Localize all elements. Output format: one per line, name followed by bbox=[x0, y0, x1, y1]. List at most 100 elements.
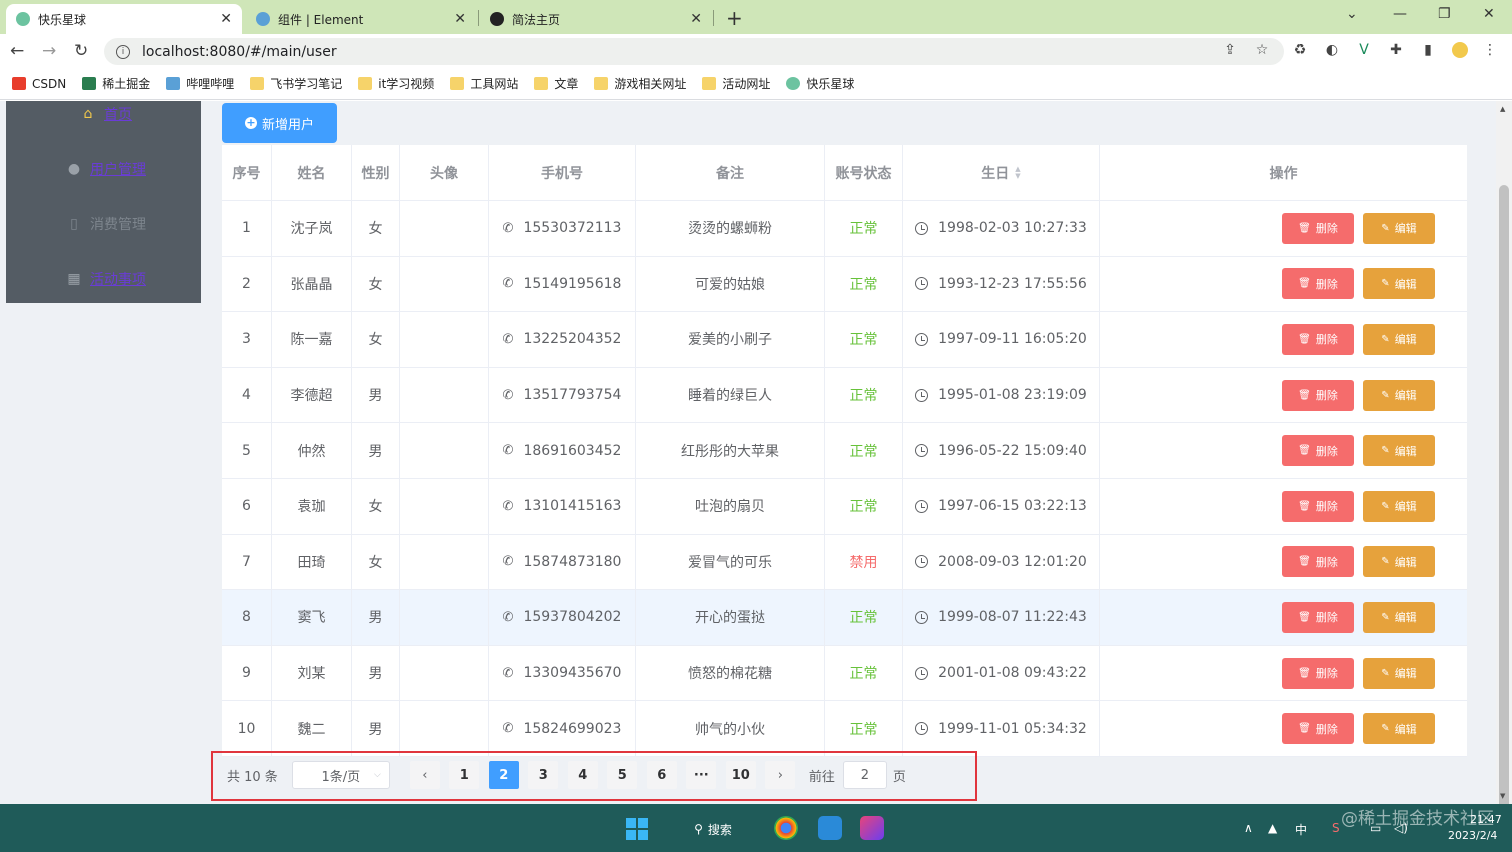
star-icon[interactable]: ☆ bbox=[1254, 42, 1270, 58]
taskbar-search[interactable]: ⚲ 搜索 bbox=[678, 816, 748, 842]
ime-indicator[interactable]: 中 bbox=[1295, 821, 1307, 838]
clock-date[interactable]: 2023/2/4 bbox=[1448, 829, 1497, 842]
windows-start-icon[interactable] bbox=[626, 818, 648, 840]
edit-button[interactable]: ✎ 编辑 bbox=[1363, 212, 1435, 244]
edit-button[interactable]: ✎ 编辑 bbox=[1363, 435, 1435, 467]
sort-caret-icon[interactable]: ▲ ▼ bbox=[1015, 165, 1020, 180]
edit-button[interactable]: ✎ 编辑 bbox=[1363, 713, 1435, 745]
sidebar-item-home[interactable]: ⌂ 首页 bbox=[80, 104, 132, 124]
bookmark-bilibili[interactable]: 哔哩哔哩 bbox=[166, 75, 234, 92]
chevron-up-icon[interactable]: ∧ bbox=[1244, 821, 1253, 835]
plus-circle-icon: + bbox=[244, 116, 257, 129]
sidebar-item-users[interactable]: ● 用户管理 bbox=[66, 159, 146, 179]
delete-label: 删除 bbox=[1315, 389, 1338, 403]
scrollbar-thumb[interactable] bbox=[1499, 185, 1509, 835]
avatar[interactable] bbox=[1452, 42, 1468, 58]
intellij-icon[interactable] bbox=[860, 816, 884, 840]
new-tab-icon[interactable]: + bbox=[726, 6, 743, 30]
delete-button[interactable]: 🗑 删除 bbox=[1282, 435, 1354, 467]
edit-button[interactable]: ✎ 编辑 bbox=[1363, 379, 1435, 411]
cell-index: 8 bbox=[222, 590, 272, 645]
goto-page-input[interactable]: 2 bbox=[842, 761, 887, 789]
vue-extension-icon[interactable]: V bbox=[1356, 42, 1372, 58]
tab-jianfa[interactable]: 简法主页 ✕ bbox=[480, 4, 712, 34]
add-user-button[interactable]: + 新增用户 bbox=[222, 103, 337, 143]
forward-icon[interactable]: → bbox=[42, 41, 56, 61]
share-icon[interactable]: ⇪ bbox=[1222, 42, 1238, 58]
delete-button[interactable]: 🗑 删除 bbox=[1282, 490, 1354, 522]
page-more[interactable]: ··· bbox=[686, 761, 717, 789]
scroll-down-icon[interactable]: ▼ bbox=[1500, 792, 1505, 800]
tab-kuaile[interactable]: 快乐星球 ✕ bbox=[6, 4, 242, 34]
close-icon[interactable]: ✕ bbox=[454, 11, 466, 27]
maximize-icon[interactable]: ❐ bbox=[1438, 6, 1451, 22]
reload-icon[interactable]: ↻ bbox=[74, 41, 88, 61]
chrome-icon[interactable] bbox=[774, 816, 798, 840]
bookmarks-bar: CSDN 稀土掘金 哔哩哔哩 飞书学习笔记 it学习视频 工具网站 文章 游戏相… bbox=[0, 68, 1512, 100]
page-3[interactable]: 3 bbox=[528, 761, 559, 789]
delete-button[interactable]: 🗑 删除 bbox=[1282, 379, 1354, 411]
close-window-icon[interactable]: ✕ bbox=[1483, 6, 1495, 22]
page-size-select[interactable]: 1条/页 ⌵ bbox=[291, 761, 390, 789]
bookmark-articles[interactable]: 文章 bbox=[534, 75, 578, 92]
bookmark-csdn[interactable]: CSDN bbox=[12, 77, 66, 91]
edit-button[interactable]: ✎ 编辑 bbox=[1363, 657, 1435, 689]
page-1[interactable]: 1 bbox=[449, 761, 480, 789]
close-icon[interactable]: ✕ bbox=[220, 11, 232, 27]
page-6[interactable]: 6 bbox=[646, 761, 677, 789]
sogou-icon[interactable]: S bbox=[1332, 821, 1340, 835]
prev-page-button[interactable]: ‹ bbox=[409, 761, 440, 789]
cell-actions: 🗑 删除 ✎ 编辑 bbox=[1100, 312, 1467, 367]
scrollbar[interactable]: ▲ ▼ bbox=[1496, 101, 1512, 835]
delete-button[interactable]: 🗑 删除 bbox=[1282, 601, 1354, 633]
header-birthday[interactable]: 生日 ▲ ▼ bbox=[903, 145, 1100, 200]
edit-button[interactable]: ✎ 编辑 bbox=[1363, 546, 1435, 578]
delete-button[interactable]: 🗑 删除 bbox=[1282, 546, 1354, 578]
sidebar-item-events[interactable]: ▦ 活动事项 bbox=[66, 269, 146, 289]
tab-element[interactable]: 组件 | Element ✕ bbox=[246, 4, 476, 34]
address-bar[interactable]: i localhost:8080/#/main/user bbox=[104, 38, 1284, 65]
minimize-icon[interactable]: — bbox=[1393, 6, 1407, 22]
recycle-extension-icon[interactable]: ♻ bbox=[1292, 42, 1308, 58]
bookmark-events[interactable]: 活动网址 bbox=[702, 75, 770, 92]
bookmark-it[interactable]: it学习视频 bbox=[358, 75, 434, 92]
extension-icon[interactable]: ◐ bbox=[1324, 42, 1340, 58]
page-5[interactable]: 5 bbox=[607, 761, 638, 789]
sidepanel-icon[interactable]: ▮ bbox=[1420, 42, 1436, 58]
next-page-button[interactable]: › bbox=[765, 761, 796, 789]
close-icon[interactable]: ✕ bbox=[690, 11, 702, 27]
tab-search-icon[interactable]: ⌄ bbox=[1346, 6, 1358, 22]
bookmark-kuaile[interactable]: 快乐星球 bbox=[786, 75, 854, 92]
cell-index: 4 bbox=[222, 367, 272, 423]
delete-button[interactable]: 🗑 删除 bbox=[1282, 268, 1354, 300]
page-10[interactable]: 10 bbox=[725, 761, 756, 789]
edit-button[interactable]: ✎ 编辑 bbox=[1363, 490, 1435, 522]
edit-label: 编辑 bbox=[1394, 444, 1417, 458]
bookmark-juejin[interactable]: 稀土掘金 bbox=[82, 75, 150, 92]
menu-icon[interactable]: ⋮ bbox=[1482, 42, 1498, 58]
edit-button[interactable]: ✎ 编辑 bbox=[1363, 323, 1435, 355]
delete-button[interactable]: 🗑 删除 bbox=[1282, 323, 1354, 355]
tray-app-icon[interactable]: ▲ bbox=[1268, 821, 1277, 835]
delete-button[interactable]: 🗑 删除 bbox=[1282, 657, 1354, 689]
cell-note: 开心的蛋挞 bbox=[636, 590, 825, 645]
edit-button[interactable]: ✎ 编辑 bbox=[1363, 601, 1435, 633]
vscode-icon[interactable] bbox=[818, 816, 842, 840]
delete-label: 删除 bbox=[1315, 667, 1338, 681]
phone-icon: ✆ bbox=[502, 387, 514, 403]
delete-button[interactable]: 🗑 删除 bbox=[1282, 713, 1354, 745]
page-2[interactable]: 2 bbox=[488, 761, 519, 789]
bookmark-feishu[interactable]: 飞书学习笔记 bbox=[250, 75, 342, 92]
page-4[interactable]: 4 bbox=[567, 761, 598, 789]
bookmark-games[interactable]: 游戏相关网址 bbox=[594, 75, 686, 92]
sidebar-item-consumption[interactable]: ▯ 消费管理 bbox=[66, 214, 146, 234]
bookmark-tools[interactable]: 工具网站 bbox=[450, 75, 518, 92]
search-label: 搜索 bbox=[707, 822, 732, 837]
scroll-up-icon[interactable]: ▲ bbox=[1500, 105, 1505, 113]
delete-button[interactable]: 🗑 删除 bbox=[1282, 212, 1354, 244]
puzzle-icon[interactable]: ✚ bbox=[1388, 42, 1404, 58]
info-icon[interactable]: i bbox=[116, 44, 130, 59]
back-icon[interactable]: ← bbox=[10, 41, 24, 61]
watermark: @稀土掘金技术社区 bbox=[1341, 809, 1494, 829]
edit-button[interactable]: ✎ 编辑 bbox=[1363, 268, 1435, 300]
